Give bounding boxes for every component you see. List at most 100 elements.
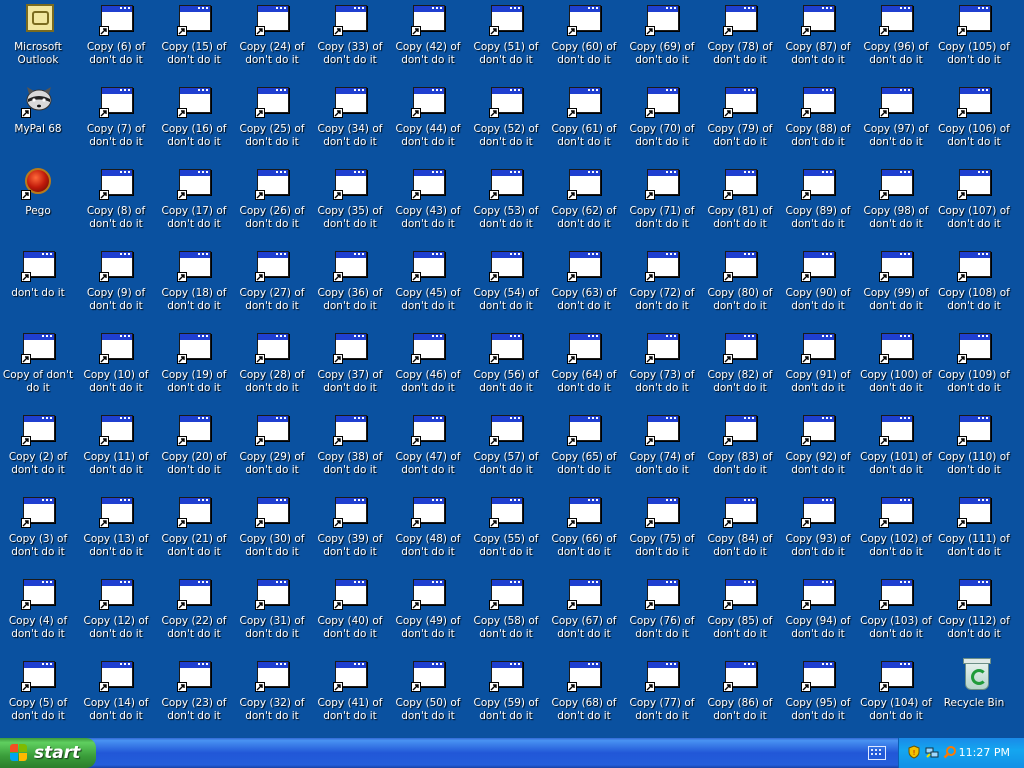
desktop-icon[interactable]: Copy (58) of don't do it: [469, 574, 543, 654]
desktop-icon[interactable]: Copy (40) of don't do it: [313, 574, 387, 654]
desktop-icon[interactable]: Copy (106) of don't do it: [937, 82, 1011, 162]
desktop-icon[interactable]: Copy (50) of don't do it: [391, 656, 465, 736]
desktop-icon[interactable]: Copy (48) of don't do it: [391, 492, 465, 572]
desktop-icon[interactable]: Copy (17) of don't do it: [157, 164, 231, 244]
desktop-icon[interactable]: Copy (27) of don't do it: [235, 246, 309, 326]
keyboard-icon[interactable]: [868, 746, 886, 760]
desktop-icon[interactable]: Copy (107) of don't do it: [937, 164, 1011, 244]
desktop-icon[interactable]: Copy (76) of don't do it: [625, 574, 699, 654]
desktop-icon[interactable]: Copy (12) of don't do it: [79, 574, 153, 654]
desktop-icon[interactable]: don't do it: [1, 246, 75, 326]
desktop-icon[interactable]: Copy (111) of don't do it: [937, 492, 1011, 572]
desktop-icon[interactable]: Copy (24) of don't do it: [235, 0, 309, 80]
desktop-icon[interactable]: Microsoft Outlook: [1, 0, 75, 80]
desktop-icon[interactable]: Copy (13) of don't do it: [79, 492, 153, 572]
desktop-icon[interactable]: Copy (87) of don't do it: [781, 0, 855, 80]
desktop-icon[interactable]: Copy (52) of don't do it: [469, 82, 543, 162]
desktop-icon[interactable]: Copy (108) of don't do it: [937, 246, 1011, 326]
desktop-icon[interactable]: Copy (22) of don't do it: [157, 574, 231, 654]
desktop-icon[interactable]: Pego: [1, 164, 75, 244]
desktop-icon[interactable]: Copy (98) of don't do it: [859, 164, 933, 244]
desktop-icon[interactable]: Copy (46) of don't do it: [391, 328, 465, 408]
desktop-icon[interactable]: Copy (41) of don't do it: [313, 656, 387, 736]
desktop-icon[interactable]: Copy (32) of don't do it: [235, 656, 309, 736]
desktop-icon[interactable]: Copy (15) of don't do it: [157, 0, 231, 80]
desktop-icon[interactable]: Copy of don't do it: [1, 328, 75, 408]
desktop-icon[interactable]: Copy (99) of don't do it: [859, 246, 933, 326]
desktop-icon[interactable]: Copy (64) of don't do it: [547, 328, 621, 408]
search-icon[interactable]: [943, 745, 957, 759]
desktop-icon[interactable]: Copy (82) of don't do it: [703, 328, 777, 408]
desktop-icon[interactable]: Copy (28) of don't do it: [235, 328, 309, 408]
desktop-icon[interactable]: Copy (85) of don't do it: [703, 574, 777, 654]
desktop-icon[interactable]: Copy (26) of don't do it: [235, 164, 309, 244]
desktop-icon[interactable]: Copy (105) of don't do it: [937, 0, 1011, 80]
desktop-icon[interactable]: Copy (29) of don't do it: [235, 410, 309, 490]
desktop-icon[interactable]: Copy (109) of don't do it: [937, 328, 1011, 408]
desktop-icon[interactable]: Copy (73) of don't do it: [625, 328, 699, 408]
desktop-icon[interactable]: Copy (101) of don't do it: [859, 410, 933, 490]
desktop-icon[interactable]: Copy (77) of don't do it: [625, 656, 699, 736]
desktop-icon[interactable]: Copy (39) of don't do it: [313, 492, 387, 572]
desktop-icon[interactable]: Copy (71) of don't do it: [625, 164, 699, 244]
desktop-icon[interactable]: MyPal 68: [1, 82, 75, 162]
desktop-icon[interactable]: Copy (60) of don't do it: [547, 0, 621, 80]
desktop-icon[interactable]: Copy (89) of don't do it: [781, 164, 855, 244]
desktop-icon[interactable]: Recycle Bin: [937, 656, 1011, 736]
desktop-icon[interactable]: Copy (5) of don't do it: [1, 656, 75, 736]
desktop-icon[interactable]: Copy (30) of don't do it: [235, 492, 309, 572]
desktop-icon[interactable]: Copy (74) of don't do it: [625, 410, 699, 490]
desktop-icon[interactable]: Copy (6) of don't do it: [79, 0, 153, 80]
desktop-icon[interactable]: Copy (94) of don't do it: [781, 574, 855, 654]
desktop-icon[interactable]: Copy (55) of don't do it: [469, 492, 543, 572]
desktop-icon[interactable]: Copy (33) of don't do it: [313, 0, 387, 80]
desktop-icon[interactable]: Copy (69) of don't do it: [625, 0, 699, 80]
desktop-icon[interactable]: Copy (51) of don't do it: [469, 0, 543, 80]
desktop-icon[interactable]: Copy (54) of don't do it: [469, 246, 543, 326]
desktop-icon[interactable]: Copy (35) of don't do it: [313, 164, 387, 244]
desktop-icon[interactable]: Copy (65) of don't do it: [547, 410, 621, 490]
desktop-icon[interactable]: Copy (84) of don't do it: [703, 492, 777, 572]
desktop-icon[interactable]: Copy (92) of don't do it: [781, 410, 855, 490]
desktop-icon[interactable]: Copy (10) of don't do it: [79, 328, 153, 408]
desktop-icon[interactable]: Copy (90) of don't do it: [781, 246, 855, 326]
desktop-icon[interactable]: Copy (11) of don't do it: [79, 410, 153, 490]
desktop-icon[interactable]: Copy (36) of don't do it: [313, 246, 387, 326]
desktop-icon[interactable]: Copy (112) of don't do it: [937, 574, 1011, 654]
desktop-icon[interactable]: Copy (34) of don't do it: [313, 82, 387, 162]
desktop-icon[interactable]: Copy (86) of don't do it: [703, 656, 777, 736]
desktop-icon[interactable]: Copy (19) of don't do it: [157, 328, 231, 408]
desktop-icon[interactable]: Copy (18) of don't do it: [157, 246, 231, 326]
desktop-icon[interactable]: Copy (100) of don't do it: [859, 328, 933, 408]
desktop-icon[interactable]: Copy (97) of don't do it: [859, 82, 933, 162]
desktop-icon[interactable]: Copy (21) of don't do it: [157, 492, 231, 572]
clock[interactable]: 11:27 PM: [959, 746, 1010, 759]
desktop-icon[interactable]: Copy (81) of don't do it: [703, 164, 777, 244]
desktop-icon[interactable]: Copy (9) of don't do it: [79, 246, 153, 326]
desktop-icon[interactable]: Copy (7) of don't do it: [79, 82, 153, 162]
desktop-icon[interactable]: Copy (66) of don't do it: [547, 492, 621, 572]
desktop-icon[interactable]: Copy (80) of don't do it: [703, 246, 777, 326]
desktop-icon[interactable]: Copy (75) of don't do it: [625, 492, 699, 572]
desktop-icon[interactable]: Copy (25) of don't do it: [235, 82, 309, 162]
desktop-icon[interactable]: Copy (79) of don't do it: [703, 82, 777, 162]
desktop-icon[interactable]: Copy (4) of don't do it: [1, 574, 75, 654]
desktop-icon[interactable]: Copy (2) of don't do it: [1, 410, 75, 490]
desktop-icon[interactable]: Copy (20) of don't do it: [157, 410, 231, 490]
desktop-icon[interactable]: Copy (57) of don't do it: [469, 410, 543, 490]
desktop-icon[interactable]: Copy (45) of don't do it: [391, 246, 465, 326]
desktop-icon[interactable]: Copy (31) of don't do it: [235, 574, 309, 654]
desktop-icon[interactable]: Copy (23) of don't do it: [157, 656, 231, 736]
desktop-icon[interactable]: Copy (93) of don't do it: [781, 492, 855, 572]
network-icon[interactable]: [925, 745, 939, 759]
desktop-icon[interactable]: Copy (88) of don't do it: [781, 82, 855, 162]
desktop-icon[interactable]: Copy (68) of don't do it: [547, 656, 621, 736]
desktop-icon[interactable]: Copy (103) of don't do it: [859, 574, 933, 654]
security-shield-icon[interactable]: !: [907, 745, 921, 759]
desktop-icon[interactable]: Copy (42) of don't do it: [391, 0, 465, 80]
desktop-icon[interactable]: Copy (3) of don't do it: [1, 492, 75, 572]
desktop-icon[interactable]: Copy (14) of don't do it: [79, 656, 153, 736]
desktop-icon[interactable]: Copy (49) of don't do it: [391, 574, 465, 654]
desktop-icon[interactable]: Copy (47) of don't do it: [391, 410, 465, 490]
desktop-icon[interactable]: Copy (83) of don't do it: [703, 410, 777, 490]
